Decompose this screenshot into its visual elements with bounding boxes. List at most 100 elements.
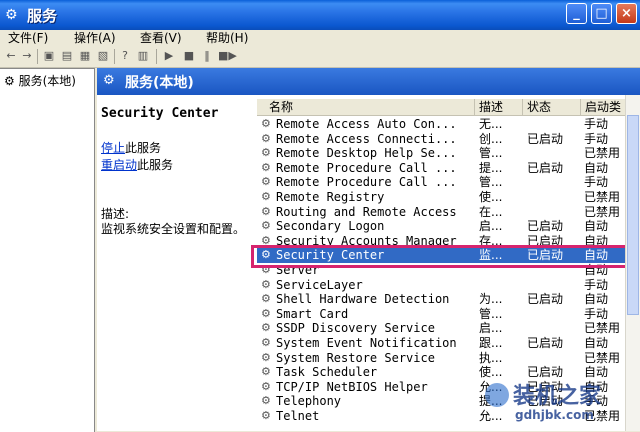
menu-view[interactable]: 查看(V)	[140, 30, 182, 46]
watermark-text: 装机之家	[513, 384, 602, 409]
restart-service-link[interactable]: 重启动	[101, 158, 137, 172]
table-row[interactable]: ⚙ Remote Procedure Call ... 管... 手动	[257, 175, 640, 190]
service-name-cell: Remote Procedure Call ...	[276, 175, 457, 190]
gear-icon: ⚙	[261, 204, 271, 218]
gear-icon: ⚙	[261, 175, 271, 189]
service-desc-cell: 创...	[479, 131, 503, 146]
menu-help[interactable]: 帮助(H)	[206, 30, 248, 46]
table-row[interactable]: ⚙ System Restore Service 执... 已禁用	[257, 351, 640, 366]
stop-service-link-line: 停止此服务	[101, 141, 162, 155]
service-name-cell: TCP/IP NetBIOS Helper	[276, 379, 428, 394]
services-app-icon: ⚙	[5, 7, 18, 23]
column-description[interactable]: 描述	[475, 99, 523, 115]
table-row[interactable]: ⚙ Remote Desktop Help Se... 管... 已禁用	[257, 146, 640, 161]
table-row[interactable]: ⚙ Security Center 监... 已启动 自动	[257, 248, 640, 263]
table-row[interactable]: ⚙ Secondary Logon 启... 已启动 自动	[257, 219, 640, 234]
menu-file[interactable]: 文件(F)	[8, 30, 48, 46]
column-status[interactable]: 状态	[523, 99, 581, 115]
table-row[interactable]: ⚙ System Event Notification 跟... 已启动 自动	[257, 336, 640, 351]
table-row[interactable]: ⚙ Security Accounts Manager 存... 已启动 自动	[257, 234, 640, 249]
gear-icon: ⚙	[261, 306, 271, 320]
service-name-cell: Remote Registry	[276, 190, 385, 204]
service-desc-cell: 执...	[479, 350, 503, 365]
scrollbar-thumb[interactable]	[627, 115, 639, 315]
table-row[interactable]: ⚙ Smart Card 管... 手动	[257, 307, 640, 322]
service-desc-cell: 启...	[479, 321, 503, 336]
close-button[interactable]: ×	[616, 3, 637, 24]
service-desc-cell: 提...	[479, 160, 503, 175]
menu-action[interactable]: 操作(A)	[74, 30, 116, 46]
table-row[interactable]: ⚙ Server 自动	[257, 263, 640, 278]
table-row[interactable]: ⚙ SSDP Discovery Service 启... 已禁用	[257, 321, 640, 336]
gear-icon: ⚙	[261, 292, 271, 306]
back-arrow-icon[interactable]: ←	[4, 49, 18, 63]
pane-header: ⚙ 服务(本地)	[97, 68, 640, 95]
maximize-button[interactable]: □	[591, 3, 612, 24]
table-row[interactable]: ⚙ Routing and Remote Access 在... 已禁用	[257, 205, 640, 220]
gear-icon: ⚙	[261, 321, 271, 335]
forward-arrow-icon[interactable]: →	[20, 49, 34, 63]
stop-service-icon[interactable]: ■	[182, 49, 196, 63]
gear-icon: ⚙	[261, 131, 271, 145]
toolbar-divider	[156, 49, 157, 64]
help-icon[interactable]: ?	[118, 49, 132, 63]
restart-service-icon[interactable]: ■▶	[218, 49, 237, 63]
service-status-cell: 已启动	[527, 219, 564, 234]
toolbar-divider	[37, 49, 38, 64]
service-desc-cell: 启...	[479, 219, 503, 234]
service-name-cell: Telnet	[276, 409, 320, 423]
gear-icon: ⚙	[261, 160, 271, 174]
service-status-cell: 已启动	[527, 233, 564, 248]
service-name-cell: System Event Notification	[276, 336, 457, 350]
service-desc-cell: 监...	[479, 248, 503, 263]
start-service-icon[interactable]: ▶	[162, 49, 176, 63]
gear-icon: ⚙	[4, 74, 15, 88]
properties-icon[interactable]: ▤	[60, 49, 74, 63]
service-desc-cell: 使...	[479, 190, 503, 204]
service-name-cell: Routing and Remote Access	[276, 204, 457, 219]
service-name-cell: System Restore Service	[276, 350, 435, 365]
gear-icon: ⚙	[261, 394, 271, 408]
service-desc-cell: 无...	[479, 117, 503, 131]
service-name-cell: Telephony	[276, 394, 342, 409]
service-name-cell: Security Accounts Manager	[276, 233, 457, 248]
gear-icon: ⚙	[261, 219, 271, 233]
table-row[interactable]: ⚙ Remote Access Connecti... 创... 已启动 手动	[257, 132, 640, 147]
export-list-icon[interactable]: ▧	[96, 49, 110, 63]
console-tree: ⚙ 服务(本地)	[0, 68, 95, 432]
service-name-cell: Remote Access Auto Con...	[276, 117, 457, 131]
gear-icon: ⚙	[261, 263, 271, 276]
service-status-cell: 已启动	[527, 336, 564, 350]
title-bar: ⚙ 服务 _ □ ×	[0, 0, 640, 30]
column-name[interactable]: 名称	[257, 99, 475, 115]
tree-node-services-local[interactable]: ⚙ 服务(本地)	[4, 72, 76, 89]
toolbar-divider	[114, 49, 115, 64]
table-row[interactable]: ⚙ Remote Registry 使... 已禁用	[257, 190, 640, 205]
service-name-cell: Server	[276, 263, 320, 277]
description-text: 监视系统安全设置和配置。	[101, 222, 246, 236]
service-status-cell: 已启动	[527, 160, 564, 175]
service-status-cell: 已启动	[527, 292, 564, 307]
show-tree-icon[interactable]: ▣	[42, 49, 56, 63]
service-status-cell: 已启动	[527, 248, 564, 263]
restart-service-link-line: 重启动此服务	[101, 158, 174, 172]
pause-service-icon[interactable]: ‖	[200, 49, 214, 63]
refresh-icon[interactable]: ▦	[78, 49, 92, 63]
table-row[interactable]: ⚙ Shell Hardware Detection 为... 已启动 自动	[257, 292, 640, 307]
gear-icon: ⚙	[261, 248, 271, 262]
table-row[interactable]: ⚙ Remote Procedure Call ... 提... 已启动 自动	[257, 161, 640, 176]
gear-icon: ⚙	[261, 350, 271, 364]
service-name-cell: Remote Access Connecti...	[276, 131, 457, 146]
toolbar: ← → ▣ ▤ ▦ ▧ ? ▥ ▶ ■ ‖ ■▶	[0, 47, 640, 68]
table-row[interactable]: ⚙ Remote Access Auto Con... 无... 手动	[257, 117, 640, 132]
service-desc-cell: 管...	[479, 306, 503, 321]
table-row[interactable]: ⚙ ServiceLayer 手动	[257, 278, 640, 293]
service-desc-cell: 管...	[479, 146, 503, 161]
console-icon[interactable]: ▥	[136, 49, 150, 63]
gear-icon: ⚙	[261, 365, 271, 379]
service-name-cell: Secondary Logon	[276, 219, 385, 234]
minimize-button[interactable]: _	[566, 3, 587, 24]
gear-icon: ⚙	[261, 379, 271, 393]
gear-icon: ⚙	[261, 117, 271, 130]
stop-service-link[interactable]: 停止	[101, 141, 125, 155]
